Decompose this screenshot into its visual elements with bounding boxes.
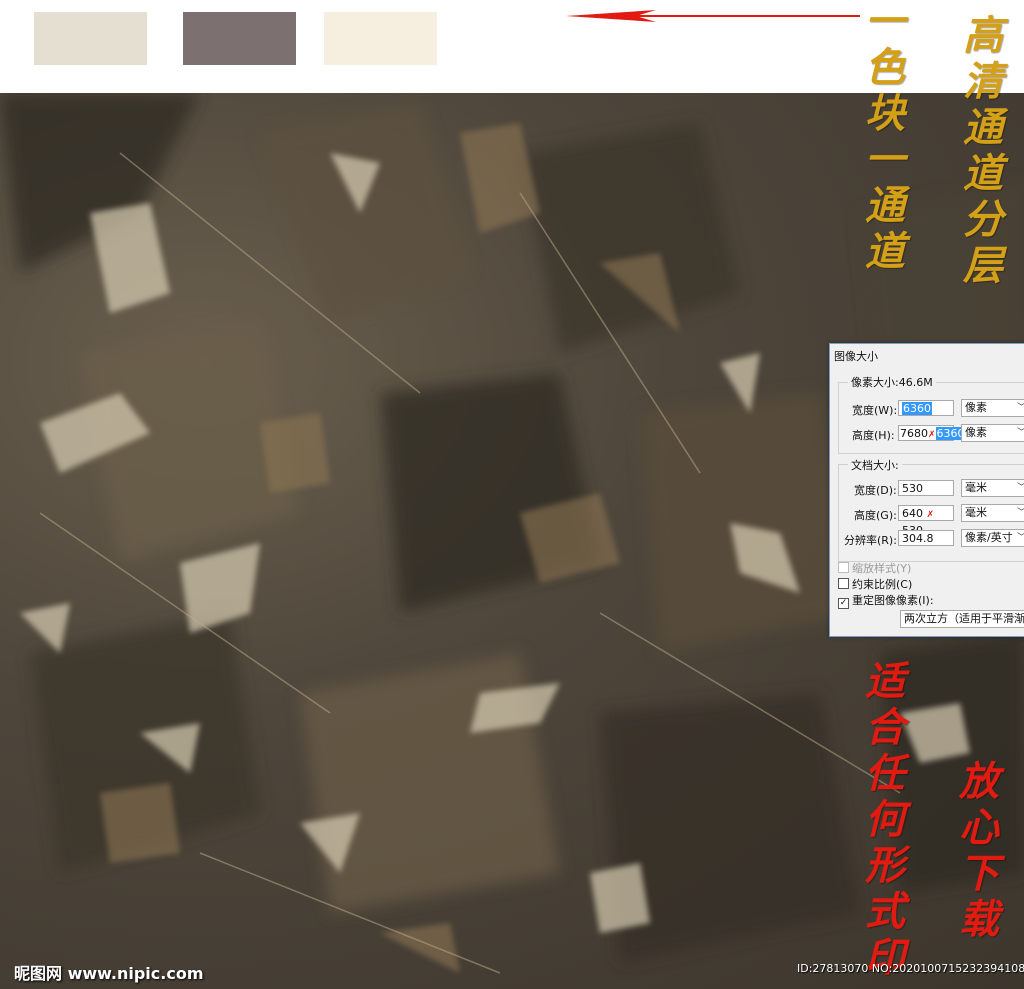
caption-hd-channel-layers: 高清通道分层: [956, 14, 1003, 290]
change-mark-icon: ✗: [928, 430, 936, 440]
caption-download-safely: 放心下载: [952, 760, 999, 944]
doc-height-label: 高度(G):: [854, 509, 897, 522]
doc-width-label: 宽度(D):: [854, 484, 897, 497]
doc-width-unit-select[interactable]: 毫米﹀: [961, 479, 1024, 497]
color-swatch-1: [34, 12, 147, 65]
caption-suitable-for-printing: 适合任何形式印: [858, 660, 905, 982]
scale-styles-checkbox[interactable]: 缩放样式(Y): [838, 560, 911, 576]
change-mark-icon-2: ✗: [926, 510, 935, 520]
color-swatch-2: [183, 12, 296, 65]
document-size-label: 文档大小:: [848, 457, 902, 473]
width-label: 宽度(W):: [852, 404, 898, 417]
pixel-dimensions-label: 像素大小:46.6M: [848, 374, 936, 390]
color-swatch-3: [324, 12, 437, 65]
height-field[interactable]: 7680✗6360: [898, 425, 966, 441]
doc-width-field[interactable]: 530: [898, 480, 954, 496]
resolution-field[interactable]: 304.8: [898, 530, 954, 546]
constrain-proportions-checkbox[interactable]: 约束比例(C): [838, 576, 912, 592]
dialog-title: 图像大小: [834, 350, 878, 363]
height-label: 高度(H):: [852, 429, 895, 442]
left-arrow-icon: [566, 10, 860, 22]
doc-height-unit-select[interactable]: 毫米﹀: [961, 504, 1024, 522]
image-size-dialog: 图像大小 像素大小:46.6M 宽度(W): 6360 像素﹀ 高度(H): 7…: [829, 343, 1024, 637]
watermark-id: ID:27813070 NO:20201007152323941081: [797, 962, 1024, 975]
resolution-unit-select[interactable]: 像素/英寸﹀: [961, 529, 1024, 547]
resolution-label: 分辨率(R):: [844, 534, 897, 547]
height-unit-select[interactable]: 像素﹀: [961, 424, 1024, 442]
doc-height-field[interactable]: 640 ✗ 530: [898, 505, 954, 537]
width-unit-select[interactable]: 像素﹀: [961, 399, 1024, 417]
resample-checkbox[interactable]: ✓ 重定图像像素(I):: [838, 592, 934, 609]
caption-one-color-one-channel: 一色块一通道: [858, 0, 905, 276]
watermark-site: 昵图网 www.nipic.com: [14, 964, 204, 983]
resample-method-select[interactable]: 两次立方（适用于平滑渐变: [900, 610, 1024, 628]
width-field[interactable]: 6360: [898, 400, 954, 416]
pixel-dimensions-group: [838, 382, 1024, 454]
checkmark-icon: ✓: [838, 598, 849, 609]
